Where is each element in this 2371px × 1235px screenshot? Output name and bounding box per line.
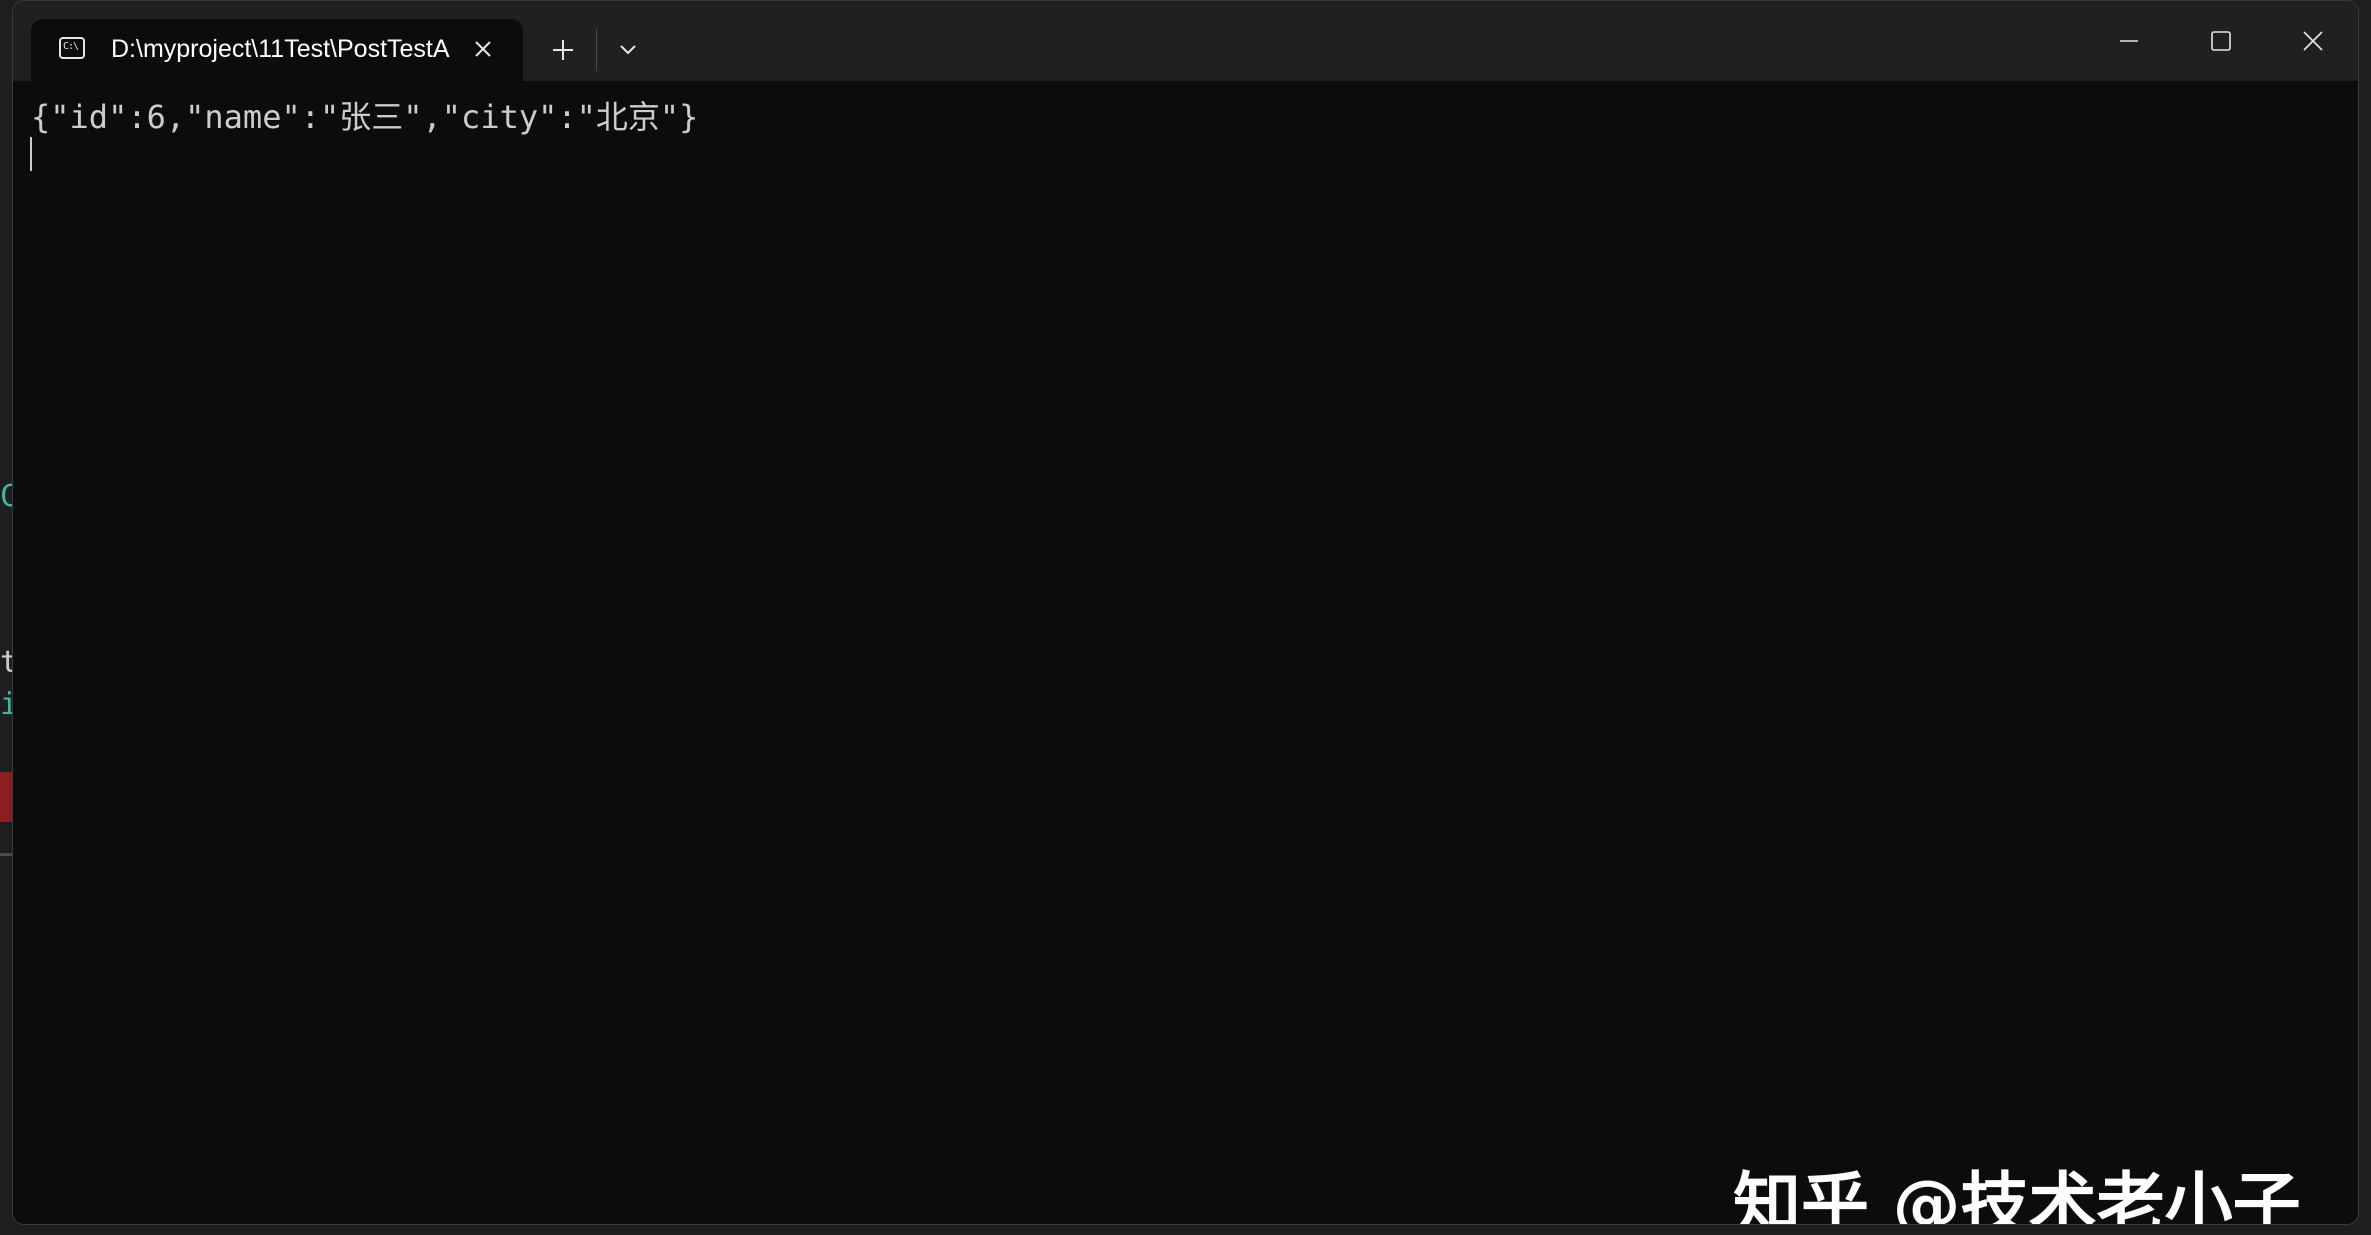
terminal-output-line: {"id":6,"name":"张三","city":"北京"} <box>31 98 699 136</box>
tab-close-button[interactable] <box>463 29 503 69</box>
background-editor-highlight <box>0 772 12 822</box>
close-icon <box>2303 31 2323 51</box>
new-tab-button[interactable] <box>533 25 593 75</box>
plus-icon <box>553 40 573 60</box>
command-prompt-icon: C:\ <box>59 37 85 59</box>
terminal-window: C:\ D:\myproject\11Test\PostTestA {"id":… <box>12 0 2359 1225</box>
tab-terminal[interactable]: C:\ D:\myproject\11Test\PostTestA <box>31 19 523 81</box>
minimize-icon <box>2120 40 2138 42</box>
text-cursor <box>30 137 32 171</box>
maximize-icon <box>2211 31 2231 51</box>
maximize-button[interactable] <box>2175 1 2267 81</box>
background-editor-divider <box>0 853 12 856</box>
close-window-button[interactable] <box>2267 1 2358 81</box>
close-icon <box>475 41 491 57</box>
title-bar[interactable]: C:\ D:\myproject\11Test\PostTestA <box>13 1 2358 81</box>
minimize-button[interactable] <box>2083 1 2175 81</box>
tab-title: D:\myproject\11Test\PostTestA <box>111 35 450 63</box>
tab-dropdown-button[interactable] <box>601 25 655 75</box>
watermark: 知乎 @技术老小子 <box>1733 1166 2301 1225</box>
chevron-down-icon <box>620 45 636 55</box>
toolbar-divider <box>596 29 597 71</box>
terminal-output-area[interactable]: {"id":6,"name":"张三","city":"北京"} 知乎 @技术老… <box>13 81 2358 1225</box>
